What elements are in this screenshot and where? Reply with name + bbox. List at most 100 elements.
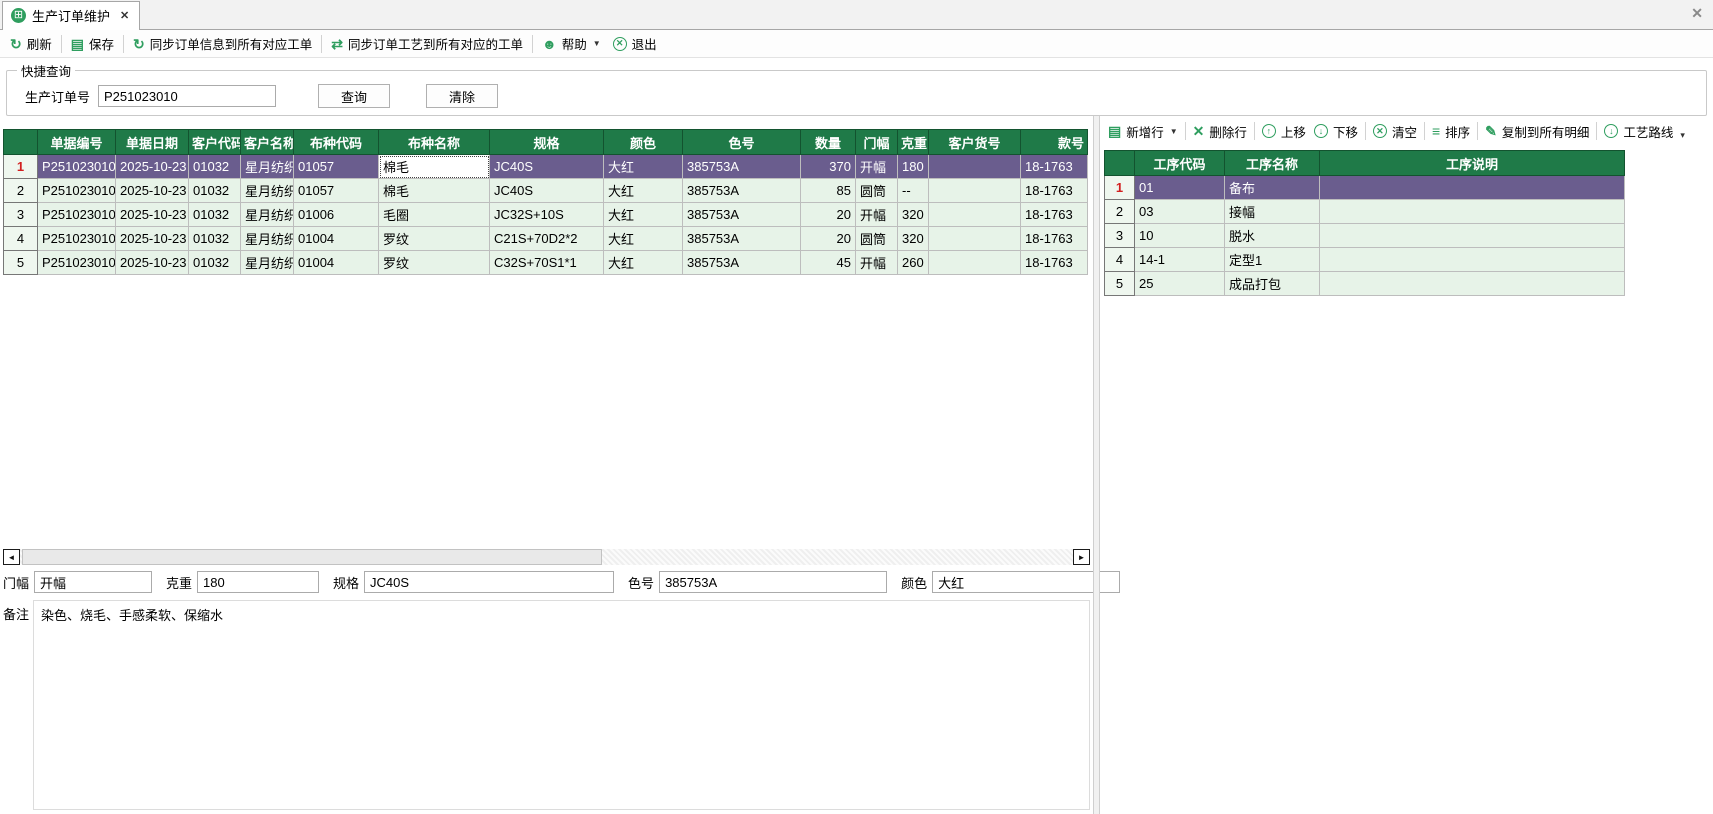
cell-工序说明[interactable] <box>1320 272 1625 296</box>
cell-单据编号[interactable]: P251023010 <box>38 203 116 227</box>
cell-单据日期[interactable]: 2025-10-23 <box>116 179 189 203</box>
cell-工序名称[interactable]: 备布 <box>1225 176 1320 200</box>
cell-色号[interactable]: 385753A <box>683 227 801 251</box>
cell-工序名称[interactable]: 成品打包 <box>1225 272 1320 296</box>
kezhong-input[interactable] <box>197 571 319 593</box>
cell-颜色[interactable]: 大红 <box>604 251 683 275</box>
window-close-icon[interactable]: ✕ <box>1691 5 1703 22</box>
cell-颜色[interactable]: 大红 <box>604 227 683 251</box>
tab-close-icon[interactable]: ✕ <box>120 9 129 22</box>
cell-克重[interactable]: 320 <box>898 203 929 227</box>
cell-工序代码[interactable]: 14-1 <box>1135 248 1225 272</box>
cell-客户货号[interactable] <box>929 251 1021 275</box>
scrollbar-track[interactable] <box>20 549 1073 565</box>
cell-工序说明[interactable] <box>1320 224 1625 248</box>
toolbar-button-exit[interactable]: ✕退出 <box>607 31 663 56</box>
cell-克重[interactable]: 260 <box>898 251 929 275</box>
column-header[interactable]: 克重 <box>898 130 929 155</box>
cell-颜色[interactable]: 大红 <box>604 179 683 203</box>
cell-克重[interactable]: 320 <box>898 227 929 251</box>
process-toolbar-button-sort[interactable]: ≡排序 <box>1428 120 1474 143</box>
menfu-input[interactable] <box>34 571 152 593</box>
cell-门幅[interactable]: 圆筒 <box>856 179 898 203</box>
cell-工序名称[interactable]: 定型1 <box>1225 248 1320 272</box>
row-number[interactable]: 3 <box>1105 224 1135 248</box>
cell-布种代码[interactable]: 01057 <box>294 179 379 203</box>
column-header[interactable]: 客户名称 <box>241 130 294 155</box>
cell-布种名称[interactable]: 毛圈 <box>379 203 490 227</box>
cell-颜色[interactable]: 大红 <box>604 155 683 179</box>
cell-数量[interactable]: 20 <box>801 203 856 227</box>
cell-工序说明[interactable] <box>1320 248 1625 272</box>
cell-款号[interactable]: 18-1763 <box>1021 227 1088 251</box>
row-number[interactable]: 3 <box>4 203 38 227</box>
toolbar-overflow-icon[interactable]: ▾ <box>1680 130 1685 144</box>
cell-工序说明[interactable] <box>1320 176 1625 200</box>
cell-款号[interactable]: 18-1763 <box>1021 203 1088 227</box>
column-header[interactable]: 单据编号 <box>38 130 116 155</box>
cell-布种名称[interactable]: 棉毛 <box>379 155 490 179</box>
cell-单据编号[interactable]: P251023010 <box>38 227 116 251</box>
row-number[interactable]: 2 <box>4 179 38 203</box>
cell-数量[interactable]: 20 <box>801 227 856 251</box>
column-header[interactable]: 工序名称 <box>1225 151 1320 176</box>
process-toolbar-button-clear[interactable]: ✕清空 <box>1369 120 1421 143</box>
cell-客户代码[interactable]: 01032 <box>189 155 241 179</box>
column-header[interactable]: 颜色 <box>604 130 683 155</box>
sehao-input[interactable] <box>659 571 887 593</box>
scroll-right-icon[interactable]: ► <box>1073 549 1090 565</box>
toolbar-button-help[interactable]: ☻帮助▼ <box>536 31 607 56</box>
cell-布种代码[interactable]: 01004 <box>294 227 379 251</box>
cell-单据日期[interactable]: 2025-10-23 <box>116 227 189 251</box>
cell-客户代码[interactable]: 01032 <box>189 227 241 251</box>
cell-工序代码[interactable]: 25 <box>1135 272 1225 296</box>
cell-客户名称[interactable]: 星月纺织 <box>241 251 294 275</box>
cell-色号[interactable]: 385753A <box>683 179 801 203</box>
process-toolbar-button-add-row[interactable]: ▤新增行▼ <box>1104 120 1182 143</box>
cell-款号[interactable]: 18-1763 <box>1021 251 1088 275</box>
cell-规格[interactable]: JC32S+10S <box>490 203 604 227</box>
cell-客户名称[interactable]: 星月纺织 <box>241 227 294 251</box>
cell-工序名称[interactable]: 接幅 <box>1225 200 1320 224</box>
cell-单据编号[interactable]: P251023010 <box>38 251 116 275</box>
cell-布种名称[interactable]: 罗纹 <box>379 227 490 251</box>
cell-色号[interactable]: 385753A <box>683 203 801 227</box>
cell-客户货号[interactable] <box>929 203 1021 227</box>
cell-客户名称[interactable]: 星月纺织 <box>241 155 294 179</box>
column-header[interactable]: 门幅 <box>856 130 898 155</box>
cell-客户代码[interactable]: 01032 <box>189 179 241 203</box>
cell-单据日期[interactable]: 2025-10-23 <box>116 251 189 275</box>
remark-textarea[interactable]: 染色、烧毛、手感柔软、保缩水 <box>33 600 1090 810</box>
cell-客户名称[interactable]: 星月纺织 <box>241 203 294 227</box>
cell-规格[interactable]: JC40S <box>490 155 604 179</box>
cell-门幅[interactable]: 圆筒 <box>856 227 898 251</box>
cell-数量[interactable]: 370 <box>801 155 856 179</box>
toolbar-button-sync-info[interactable]: ↻同步订单信息到所有对应工单 <box>127 31 318 56</box>
guige-input[interactable] <box>364 571 614 593</box>
cell-门幅[interactable]: 开幅 <box>856 155 898 179</box>
process-toolbar-button-move-up[interactable]: ↑上移 <box>1258 120 1310 143</box>
cell-数量[interactable]: 45 <box>801 251 856 275</box>
column-header[interactable]: 数量 <box>801 130 856 155</box>
cell-工序代码[interactable]: 10 <box>1135 224 1225 248</box>
cell-色号[interactable]: 385753A <box>683 155 801 179</box>
column-header[interactable]: 工序代码 <box>1135 151 1225 176</box>
column-header[interactable]: 客户货号 <box>929 130 1021 155</box>
column-header[interactable]: 工序说明 <box>1320 151 1625 176</box>
toolbar-button-sync-process[interactable]: ⇄同步订单工艺到所有对应的工单 <box>325 31 529 56</box>
cell-布种代码[interactable]: 01006 <box>294 203 379 227</box>
cell-门幅[interactable]: 开幅 <box>856 203 898 227</box>
horizontal-scrollbar[interactable]: ◄ ► <box>3 549 1090 565</box>
cell-客户代码[interactable]: 01032 <box>189 203 241 227</box>
column-header[interactable]: 客户代码 <box>189 130 241 155</box>
column-header[interactable]: 布种代码 <box>294 130 379 155</box>
production-order-number-input[interactable] <box>98 85 276 107</box>
cell-克重[interactable]: 180 <box>898 155 929 179</box>
row-number[interactable]: 1 <box>4 155 38 179</box>
column-header[interactable]: 款号 <box>1021 130 1088 155</box>
cell-单据编号[interactable]: P251023010 <box>38 155 116 179</box>
cell-工序代码[interactable]: 03 <box>1135 200 1225 224</box>
row-number[interactable]: 1 <box>1105 176 1135 200</box>
column-header[interactable]: 布种名称 <box>379 130 490 155</box>
cell-颜色[interactable]: 大红 <box>604 203 683 227</box>
